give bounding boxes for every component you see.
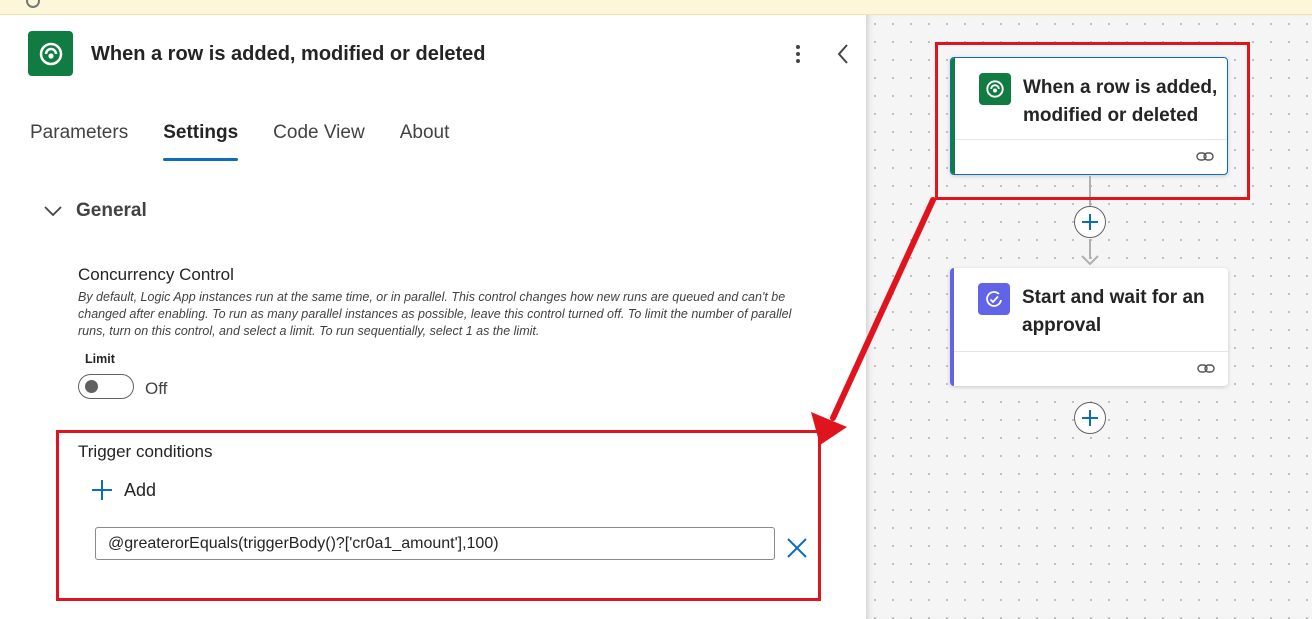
more-dot [796,52,800,56]
panel-tabs: Parameters Settings Code View About [30,120,484,162]
plus-icon [1082,214,1098,230]
tab-about[interactable]: About [400,120,450,162]
node-footer [954,351,1228,386]
dataverse-icon [979,73,1011,105]
node-title: Start and wait for an approval [1022,287,1205,336]
concurrency-control-title: Concurrency Control [78,265,234,284]
notification-bar [0,0,1312,15]
trigger-condition-input[interactable] [95,527,775,560]
collapse-panel-button[interactable] [832,41,854,67]
toggle-knob [85,380,98,393]
node-title: When a row is added, modified or deleted [1023,77,1218,126]
connector-line [1089,239,1091,259]
plus-icon [92,480,112,500]
general-section-toggle[interactable]: General [44,200,147,222]
remove-condition-button[interactable] [785,536,809,560]
limit-toggle[interactable] [78,374,134,399]
tab-code-view[interactable]: Code View [273,120,365,162]
tab-settings[interactable]: Settings [163,120,238,162]
more-dot [796,45,800,49]
close-icon [787,538,807,558]
trigger-conditions-title: Trigger conditions [78,442,213,461]
limit-label: Limit [85,352,115,366]
chevron-left-icon [837,44,848,64]
link-icon [1196,152,1214,161]
connector-line [1089,176,1091,206]
add-condition-button[interactable]: Add [90,478,156,502]
node-footer [955,139,1227,174]
section-label: General [76,200,147,221]
plus-icon [1082,410,1098,426]
concurrency-control-description: By default, Logic App instances run at t… [78,290,792,338]
approval-node[interactable]: Start and wait for an approval [950,268,1228,386]
chevron-down-icon [44,206,62,217]
trigger-node[interactable]: When a row is added, modified or deleted [950,57,1228,175]
panel-title: When a row is added, modified or deleted [91,43,486,65]
add-label: Add [124,479,157,500]
insert-step-button[interactable] [1074,206,1106,238]
dataverse-icon [28,31,73,76]
more-dot [796,59,800,63]
add-step-button[interactable] [1074,402,1106,434]
link-icon [1197,364,1215,373]
more-options-button[interactable] [786,39,810,69]
approval-icon [978,283,1010,315]
panel-header: When a row is added, modified or deleted [0,15,866,95]
toggle-state-text: Off [145,379,168,398]
tab-parameters[interactable]: Parameters [30,120,128,162]
info-icon [26,0,40,8]
